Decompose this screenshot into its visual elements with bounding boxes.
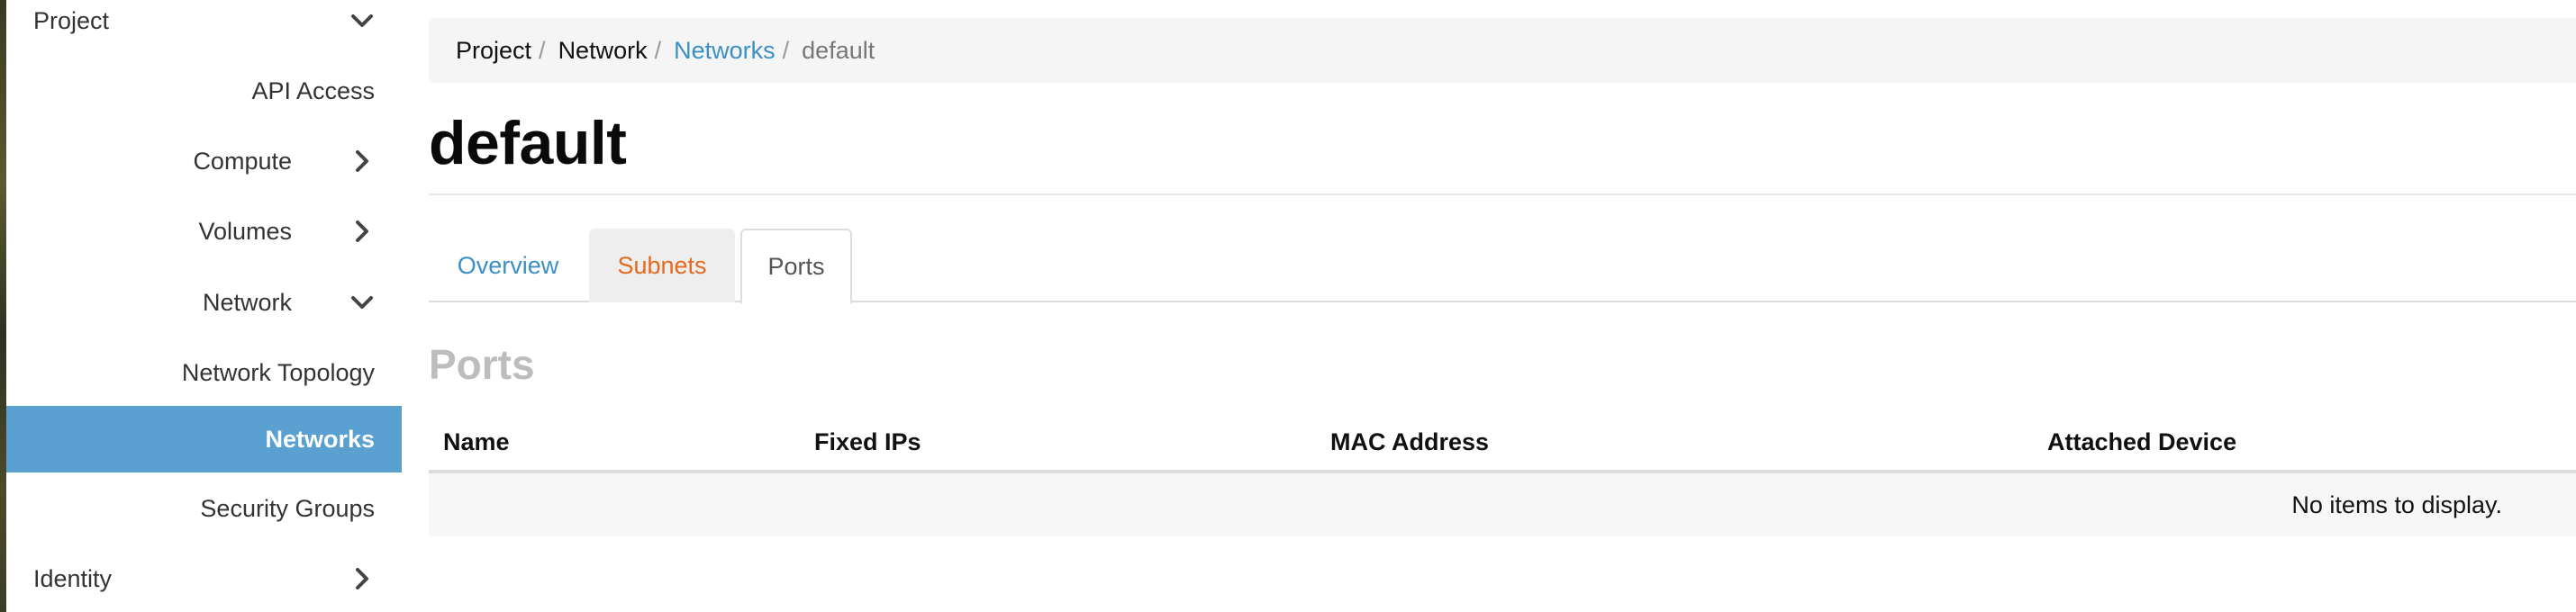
title-divider [429, 194, 2576, 195]
breadcrumb-separator: / [539, 36, 546, 64]
breadcrumb: Project / Network / Networks / default [429, 18, 2576, 83]
sidebar-item-project[interactable]: Project [6, 0, 402, 54]
main-content: Project / Network / Networks / default d… [429, 0, 2576, 612]
column-header-name[interactable]: Name [443, 410, 510, 473]
sidebar: Project API Access Compute Volumes Netwo… [6, 0, 402, 612]
sidebar-item-label: Volumes [198, 217, 292, 245]
sidebar-item-networks[interactable]: Networks [6, 406, 402, 472]
breadcrumb-item-current: default [802, 36, 875, 64]
breadcrumb-link-networks[interactable]: Networks [674, 37, 776, 65]
sidebar-item-compute[interactable]: Compute [6, 128, 402, 194]
breadcrumb-separator: / [782, 36, 790, 64]
sidebar-item-security-groups[interactable]: Security Groups [6, 475, 402, 542]
sidebar-item-label: API Access [251, 76, 375, 104]
sidebar-item-label: Project [33, 6, 110, 34]
breadcrumb-item-project: Project [456, 36, 532, 64]
column-header-mac-address[interactable]: MAC Address [1330, 410, 1489, 473]
chevron-down-icon [349, 290, 375, 315]
chevron-down-icon [349, 8, 375, 33]
chevron-right-icon [349, 148, 375, 174]
tab-overview[interactable]: Overview [429, 229, 587, 302]
section-title: Ports [429, 341, 535, 388]
sidebar-item-volumes[interactable]: Volumes [6, 198, 402, 265]
sidebar-item-label: Network [202, 288, 292, 316]
tab-ports[interactable]: Ports [740, 229, 852, 304]
page-title: default [429, 109, 627, 177]
tab-subnets[interactable]: Subnets [589, 229, 735, 302]
column-header-attached-device[interactable]: Attached Device [2047, 410, 2236, 473]
table-header: Name Fixed IPs MAC Address Attached Devi… [429, 410, 2576, 473]
desktop-background-strip [0, 0, 6, 612]
breadcrumb-separator: / [654, 36, 662, 64]
chevron-right-icon [349, 566, 375, 591]
column-header-fixed-ips[interactable]: Fixed IPs [814, 410, 921, 473]
sidebar-item-label: Network Topology [181, 358, 375, 386]
sidebar-item-identity[interactable]: Identity [6, 545, 402, 612]
sidebar-item-network[interactable]: Network [6, 269, 402, 336]
chevron-right-icon [349, 219, 375, 244]
sidebar-item-label: Identity [33, 564, 113, 592]
sidebar-item-api-access[interactable]: API Access [6, 58, 402, 124]
sidebar-item-network-topology[interactable]: Network Topology [6, 339, 402, 406]
empty-message: No items to display. [2291, 490, 2502, 518]
table-empty-row: No items to display. [429, 473, 2576, 536]
sidebar-item-label: Compute [193, 147, 292, 175]
ports-table: Name Fixed IPs MAC Address Attached Devi… [429, 410, 2576, 536]
sidebar-item-label: Networks [265, 425, 375, 453]
tab-bar: Overview Subnets Ports [429, 229, 2576, 304]
sidebar-item-label: Security Groups [200, 494, 375, 522]
breadcrumb-item-network: Network [558, 36, 648, 64]
